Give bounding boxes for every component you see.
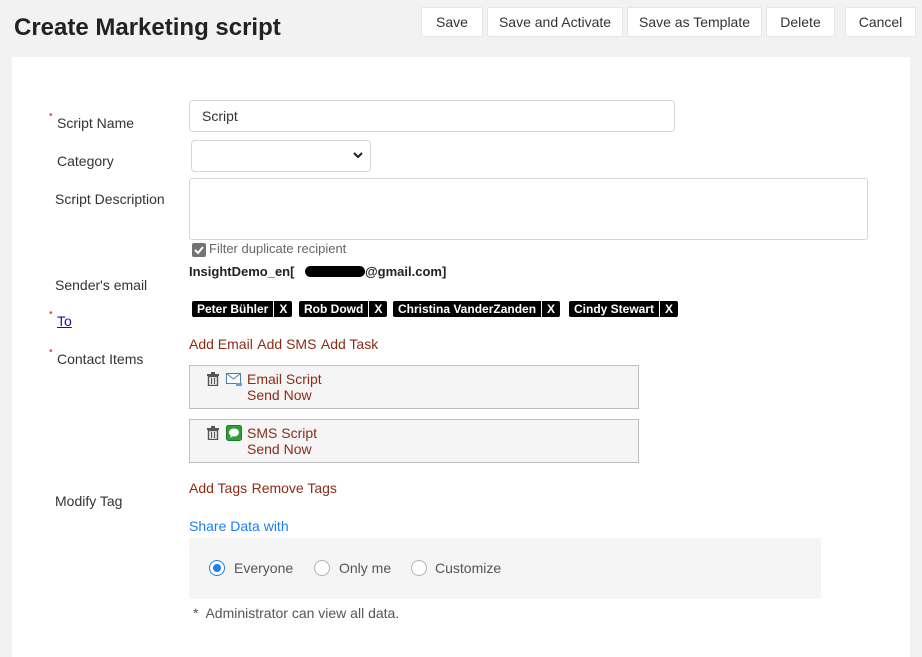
radio-customize[interactable] — [411, 560, 427, 576]
contact-item-email: Email Script Send Now — [189, 365, 639, 409]
sender-email-suffix: @gmail.com] — [365, 264, 447, 279]
add-task-link[interactable]: Add Task — [321, 336, 378, 352]
save-button[interactable]: Save — [421, 7, 483, 37]
sms-icon — [226, 425, 242, 441]
checkmark-icon — [194, 246, 204, 255]
recipient-chip: Christina VanderZanden X — [393, 301, 561, 317]
add-email-link[interactable]: Add Email — [189, 336, 253, 352]
filter-duplicate-label: Filter duplicate recipient — [209, 241, 347, 256]
required-marker: • — [49, 346, 53, 357]
script-name-input[interactable] — [189, 100, 675, 132]
recipient-chip: Cindy Stewart X — [569, 301, 679, 317]
admin-note: * Administrator can view all data. — [193, 605, 400, 621]
recipient-name: Cindy Stewart — [574, 302, 655, 316]
remove-recipient-button[interactable]: X — [659, 301, 678, 317]
remove-tags-link[interactable]: Remove Tags — [252, 480, 337, 496]
recipient-chip: Rob Dowd X — [299, 301, 388, 317]
radio-everyone[interactable] — [209, 560, 225, 576]
sender-email-prefix: InsightDemo_en[ — [189, 264, 295, 279]
radio-label-only-me: Only me — [339, 560, 392, 576]
chevron-down-icon — [353, 152, 363, 159]
contact-item-sms: SMS Script Send Now — [189, 419, 639, 463]
remove-recipient-button[interactable]: X — [273, 301, 292, 317]
delete-button[interactable]: Delete — [766, 7, 835, 37]
redaction-bar — [305, 266, 365, 277]
trash-icon[interactable] — [206, 372, 220, 386]
page-title: Create Marketing script — [14, 14, 281, 41]
filter-duplicate-checkbox[interactable] — [192, 243, 206, 257]
add-tags-link[interactable]: Add Tags — [189, 480, 247, 496]
script-description-textarea[interactable] — [189, 178, 868, 240]
category-select[interactable] — [191, 140, 371, 172]
category-label: Category — [57, 153, 114, 169]
share-options-box: Everyone Only me Customize — [189, 538, 821, 599]
radio-only-me[interactable] — [314, 560, 330, 576]
contact-item-send-now[interactable]: Send Now — [247, 387, 312, 403]
to-link[interactable]: To — [57, 313, 72, 329]
contact-item-actions: Add Email Add SMS Add Task — [189, 336, 378, 354]
script-name-label: Script Name — [57, 115, 135, 131]
contact-items-label: Contact Items — [57, 351, 144, 367]
add-sms-link[interactable]: Add SMS — [257, 336, 316, 352]
recipient-name: Rob Dowd — [304, 302, 364, 316]
recipient-name: Christina VanderZanden — [398, 302, 537, 316]
radio-label-everyone: Everyone — [234, 560, 294, 576]
script-description-label: Script Description — [55, 191, 165, 207]
save-as-template-button[interactable]: Save as Template — [627, 7, 762, 37]
recipient-name: Peter Bühler — [197, 302, 269, 316]
modify-tag-label: Modify Tag — [55, 493, 123, 509]
radio-label-customize: Customize — [435, 560, 502, 576]
contact-item-title[interactable]: Email Script — [247, 371, 322, 387]
required-marker: • — [49, 308, 53, 319]
cancel-button[interactable]: Cancel — [845, 7, 916, 37]
email-icon — [226, 373, 242, 386]
tag-actions: Add Tags Remove Tags — [189, 480, 337, 498]
save-and-activate-button[interactable]: Save and Activate — [487, 7, 623, 37]
share-data-heading: Share Data with — [189, 518, 289, 534]
required-marker: • — [49, 110, 53, 121]
contact-item-title[interactable]: SMS Script — [247, 425, 317, 441]
trash-icon[interactable] — [206, 426, 220, 440]
sender-email-label: Sender's email — [55, 277, 148, 293]
remove-recipient-button[interactable]: X — [541, 301, 560, 317]
contact-item-send-now[interactable]: Send Now — [247, 441, 312, 457]
remove-recipient-button[interactable]: X — [368, 301, 387, 317]
recipient-chip: Peter Bühler X — [192, 301, 293, 317]
